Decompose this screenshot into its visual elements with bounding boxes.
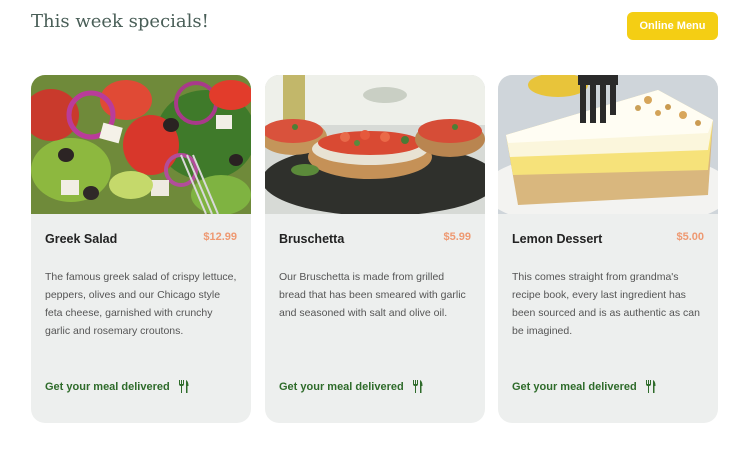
card-title: Lemon Dessert (512, 232, 603, 246)
order-delivery-label: Get your meal delivered (45, 380, 170, 393)
special-card-bruschetta: Bruschetta $5.99 Our Bruschetta is made … (265, 75, 485, 423)
card-price: $5.99 (443, 231, 471, 243)
card-title: Bruschetta (279, 232, 345, 246)
order-delivery-link[interactable]: Get your meal delivered (512, 380, 656, 393)
greek-salad-image (31, 75, 251, 214)
order-delivery-label: Get your meal delivered (279, 380, 404, 393)
page-title: This week specials! (31, 11, 209, 32)
special-card-lemon-dessert: Lemon Dessert $5.00 This comes straight … (498, 75, 718, 423)
order-delivery-link[interactable]: Get your meal delivered (279, 380, 423, 393)
fork-knife-icon (178, 380, 189, 393)
card-description: The famous greek salad of crispy lettuce… (45, 271, 237, 337)
card-price: $5.00 (676, 231, 704, 243)
fork-knife-icon (412, 380, 423, 393)
card-title: Greek Salad (45, 232, 118, 246)
bruschetta-image (265, 75, 485, 214)
order-delivery-label: Get your meal delivered (512, 380, 637, 393)
card-description: This comes straight from grandma's recip… (512, 271, 700, 337)
lemon-dessert-image (498, 75, 718, 214)
card-price: $12.99 (203, 231, 237, 243)
online-menu-button[interactable]: Online Menu (627, 12, 718, 40)
fork-knife-icon (645, 380, 656, 393)
card-description: Our Bruschetta is made from grilled brea… (279, 271, 466, 319)
order-delivery-link[interactable]: Get your meal delivered (45, 380, 189, 393)
special-card-greek-salad: Greek Salad $12.99 The famous greek sala… (31, 75, 251, 423)
